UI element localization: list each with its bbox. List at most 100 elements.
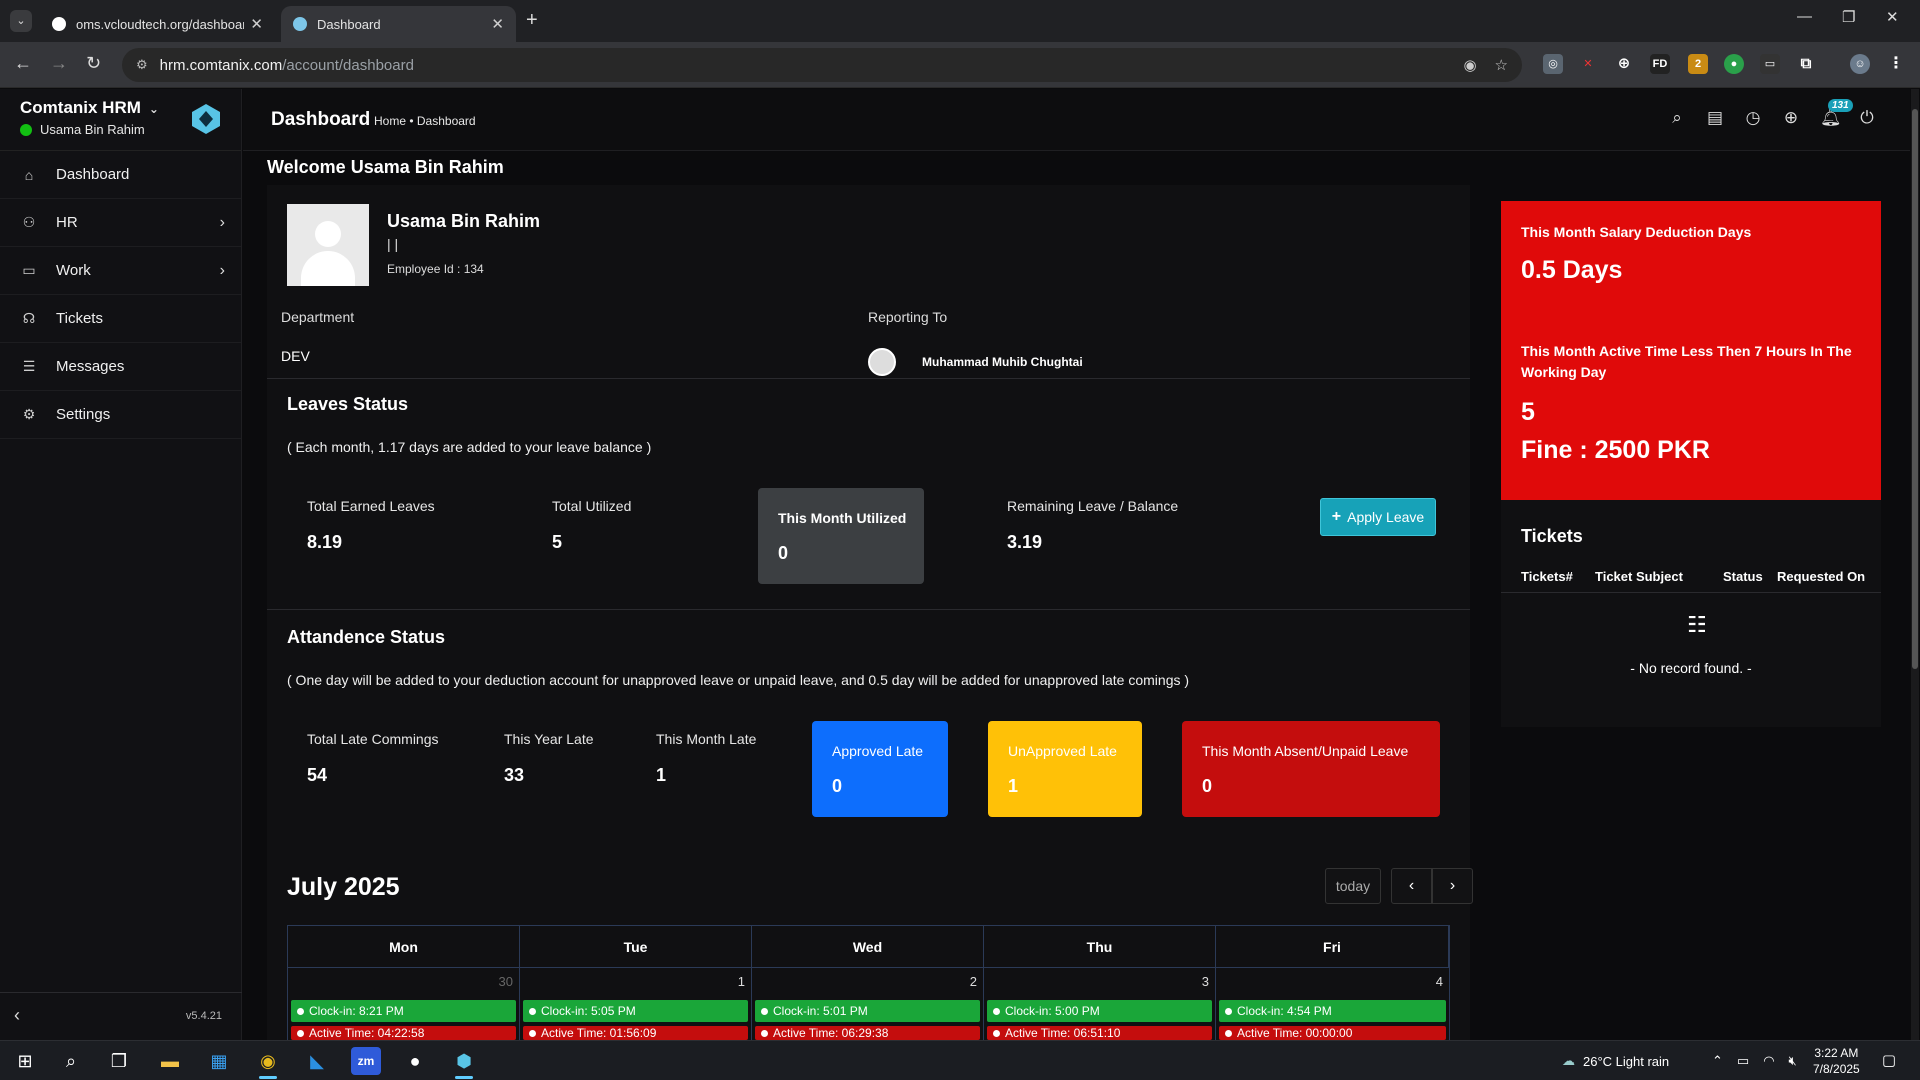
active-time-text: Active Time: 04:22:58 xyxy=(309,1026,425,1040)
back-icon[interactable]: ← xyxy=(14,53,32,74)
browser-tab-oms[interactable]: oms.vcloudtech.org/dashboard ✕ xyxy=(40,6,275,42)
notification-bell-icon[interactable]: 🔔︎ 131 xyxy=(1820,99,1853,128)
sidebar-item-dashboard[interactable]: ⌂ Dashboard xyxy=(0,151,241,199)
chrome-icon[interactable]: ◉ xyxy=(253,1047,283,1079)
comtanix-app-icon[interactable]: ⬢ xyxy=(449,1047,479,1079)
calendar-day-cell[interactable]: 4 Clock-in: 4:54 PM Active Time: 00:00:0… xyxy=(1216,968,1449,1040)
collapse-sidebar-icon[interactable]: ‹ xyxy=(14,1005,20,1026)
calendar-day-header: Tue xyxy=(520,926,752,968)
clock-in-event[interactable]: Clock-in: 5:01 PM xyxy=(755,1000,980,1022)
clock-in-event[interactable]: Clock-in: 8:21 PM xyxy=(291,1000,516,1022)
sidebar-item-tickets[interactable]: ☊ Tickets xyxy=(0,295,241,343)
calendar-day-cell[interactable]: 1 Clock-in: 5:05 PM Active Time: 01:56:0… xyxy=(520,968,752,1040)
notes-icon[interactable]: ▤ xyxy=(1706,108,1724,128)
active-time-text: Active Time: 06:51:10 xyxy=(1005,1026,1121,1040)
extension-x-icon[interactable]: ✕ xyxy=(1578,54,1598,74)
search-icon[interactable]: ⌕ xyxy=(1668,108,1686,128)
calendar-day-cell[interactable]: 30 Clock-in: 8:21 PM Active Time: 04:22:… xyxy=(288,968,520,1040)
close-tab-icon[interactable]: ✕ xyxy=(250,15,263,33)
clock-in-event[interactable]: Clock-in: 4:54 PM xyxy=(1219,1000,1446,1022)
restore-icon[interactable]: ❐ xyxy=(1842,8,1855,26)
battery-icon[interactable]: ▭ xyxy=(1737,1053,1749,1069)
app-circle-icon[interactable]: ● xyxy=(400,1047,430,1075)
extension-globe-icon[interactable]: ⊕ xyxy=(1614,54,1634,74)
calendar-day-cell[interactable]: 2 Clock-in: 5:01 PM Active Time: 06:29:3… xyxy=(752,968,984,1040)
clock-in-event[interactable]: Clock-in: 5:00 PM xyxy=(987,1000,1212,1022)
bookmark-star-icon[interactable]: ☆ xyxy=(1495,56,1508,74)
wifi-icon[interactable]: ◠ xyxy=(1763,1053,1774,1069)
extension-green-icon[interactable]: ● xyxy=(1724,54,1744,74)
app-name-dropdown[interactable]: Comtanix HRM ⌄ xyxy=(20,98,159,118)
breadcrumb[interactable]: Home • Dashboard xyxy=(374,114,476,128)
clock-icon[interactable]: ◷ xyxy=(1744,108,1762,128)
active-time-event[interactable]: Active Time: 04:22:58 xyxy=(291,1026,516,1040)
site-info-icon[interactable]: ⚙ xyxy=(136,57,148,73)
calendar-today-button[interactable]: today xyxy=(1325,868,1381,904)
calendar-day-header: Thu xyxy=(984,926,1216,968)
active-time-event[interactable]: Active Time: 06:29:38 xyxy=(755,1026,980,1040)
chevron-up-icon[interactable]: ⌃ xyxy=(1712,1053,1723,1069)
zoom-icon[interactable]: zm xyxy=(351,1047,381,1075)
task-view-icon[interactable]: ❐ xyxy=(104,1047,134,1075)
tab-search-button[interactable]: ⌄ xyxy=(10,10,32,32)
sidebar-item-hr[interactable]: ⚇ HR › xyxy=(0,199,241,247)
extension-glasses-icon[interactable]: ◎ xyxy=(1543,54,1563,74)
reporting-to-label: Reporting To xyxy=(868,309,948,325)
url-bar[interactable]: ⚙ hrm.comtanix.com/account/dashboard ◉ ☆ xyxy=(122,48,1522,82)
sidebar-item-settings[interactable]: ⚙ Settings xyxy=(0,391,241,439)
clock-in-text: Clock-in: 4:54 PM xyxy=(1237,1004,1332,1018)
forward-icon[interactable]: → xyxy=(50,53,68,74)
url-host: hrm.comtanix.com xyxy=(159,56,283,74)
power-icon[interactable]: ⏻ xyxy=(1858,108,1876,128)
active-time-event[interactable]: Active Time: 00:00:00 xyxy=(1219,1026,1446,1040)
browser-tab-dashboard[interactable]: Dashboard ✕ xyxy=(281,6,516,42)
apply-leave-button[interactable]: + Apply Leave xyxy=(1320,498,1436,536)
chrome-menu-icon[interactable]: ⋮ xyxy=(1886,54,1906,74)
tickets-column-header[interactable]: Ticket Subject xyxy=(1595,569,1683,584)
scrollbar-thumb[interactable] xyxy=(1912,109,1918,669)
tickets-column-header[interactable]: Requested On xyxy=(1777,569,1865,584)
deduction-summary-card: This Month Salary Deduction Days 0.5 Day… xyxy=(1501,201,1881,500)
new-tab-icon[interactable]: + xyxy=(526,9,538,32)
sidebar-footer: ‹ v5.4.21 xyxy=(0,992,242,1040)
extension-counter-icon[interactable]: 2 xyxy=(1688,54,1708,74)
home-icon: ⌂ xyxy=(24,166,34,183)
extension-fd-icon[interactable]: FD xyxy=(1650,54,1670,74)
calendar-day-cell[interactable]: 3 Clock-in: 5:00 PM Active Time: 06:51:1… xyxy=(984,968,1216,1040)
month-late-value: 1 xyxy=(656,765,667,785)
file-explorer-icon[interactable]: ▬ xyxy=(155,1047,185,1075)
calendar-date: 4 xyxy=(1435,974,1443,989)
weather-widget[interactable]: ☁ 26°C Light rain xyxy=(1562,1041,1669,1080)
sidebar-item-messages[interactable]: ☰ Messages xyxy=(0,343,241,391)
active-time-event[interactable]: Active Time: 01:56:09 xyxy=(523,1026,748,1040)
calendar-prev-icon[interactable]: ‹ xyxy=(1391,868,1432,904)
tickets-column-header[interactable]: Status xyxy=(1723,569,1763,584)
add-icon[interactable]: ⊕ xyxy=(1782,108,1800,128)
close-tab-icon[interactable]: ✕ xyxy=(491,15,504,33)
app-topbar: Dashboard Home • Dashboard ⌕ ▤ ◷ ⊕ 🔔︎ 131… xyxy=(243,89,1910,151)
close-window-icon[interactable]: ✕ xyxy=(1886,8,1899,26)
search-icon[interactable]: ⌕ xyxy=(56,1047,86,1075)
month-late-label: This Month Late xyxy=(656,731,757,747)
vscode-icon[interactable]: ◣ xyxy=(302,1047,332,1075)
fine-amount: Fine : 2500 PKR xyxy=(1521,436,1710,464)
store-icon[interactable]: ▦ xyxy=(204,1047,234,1075)
volume-muted-icon[interactable]: 🔇︎ xyxy=(1789,1053,1797,1069)
system-clock[interactable]: 3:22 AM 7/8/2025 xyxy=(1813,1045,1860,1077)
extensions-puzzle-icon[interactable]: ⧉ xyxy=(1796,54,1816,74)
location-icon[interactable]: ◉ xyxy=(1463,56,1476,74)
month-utilized-tile: This Month Utilized 0 xyxy=(758,488,924,584)
minimize-icon[interactable]: — xyxy=(1797,8,1812,25)
tickets-column-header[interactable]: Tickets# xyxy=(1521,569,1573,584)
page-scrollbar[interactable] xyxy=(1911,89,1919,1040)
active-time-event[interactable]: Active Time: 06:51:10 xyxy=(987,1026,1212,1040)
windows-start-icon[interactable]: ⊞ xyxy=(10,1047,40,1075)
sidebar-item-work[interactable]: ▭ Work › xyxy=(0,247,241,295)
reload-icon[interactable]: ↻ xyxy=(86,53,101,74)
notification-center-icon[interactable]: ▢ xyxy=(1874,1047,1904,1075)
profile-avatar[interactable]: ☺ xyxy=(1850,54,1870,74)
extension-cast-icon[interactable]: ▭ xyxy=(1760,54,1780,74)
clock-in-event[interactable]: Clock-in: 5:05 PM xyxy=(523,1000,748,1022)
calendar-date: 2 xyxy=(969,974,977,989)
calendar-next-icon[interactable]: › xyxy=(1432,868,1473,904)
